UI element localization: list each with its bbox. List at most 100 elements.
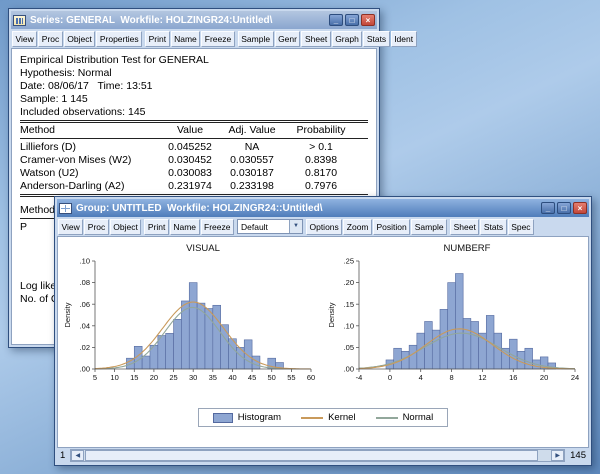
svg-text:16: 16 [509,373,517,382]
toolbar-button-view[interactable]: View [58,218,84,235]
toolbar-button-stats[interactable]: Stats [363,30,390,47]
output-observations: Included observations: 145 [20,106,146,118]
svg-text:.10: .10 [80,257,90,266]
group-window-title: Group: UNTITLED Workfile: HOLZINGR24::Un… [76,202,323,214]
dist-table-body: Lilliefors (D) 0.045252 NA > 0.1 Cramer-von … [20,141,368,193]
column-header: Value [176,124,204,136]
output-hypothesis: Hypothesis: Normal [20,67,112,79]
svg-text:5: 5 [93,373,97,382]
legend-label-histogram: Histogram [237,412,282,423]
observation-scroll-row: 1 ◀ ▶ 145 [57,448,589,463]
legend-label-kernel: Kernel [328,412,356,423]
column-header: Probability [296,124,346,136]
table-cell: 0.030187 [230,167,274,179]
toolbar-button-properties[interactable]: Properties [96,30,143,47]
toolbar-button-freeze[interactable]: Freeze [200,218,234,235]
svg-text:.10: .10 [344,321,354,330]
table-cell: 0.030083 [168,167,212,179]
toolbar-button-options[interactable]: Options [305,218,343,235]
scrollbar-thumb[interactable] [85,450,539,461]
column-header: Adj. Value [228,124,276,136]
svg-text:8: 8 [450,373,454,382]
scroll-left-icon[interactable]: ◀ [71,450,85,461]
svg-text:.15: .15 [344,300,354,309]
svg-text:20: 20 [540,373,548,382]
svg-text:4: 4 [419,373,423,382]
toolbar-button-stats[interactable]: Stats [480,218,507,235]
toolbar-button-freeze[interactable]: Freeze [201,30,235,47]
minimize-icon[interactable]: _ [329,14,343,26]
graph-type-dropdown[interactable]: Default ▼ [236,219,303,234]
scroll-end-label: 145 [570,450,586,461]
svg-text:-4: -4 [356,373,363,382]
dist-table-header: Method Value Adj. Value Probability [20,124,368,137]
legend-label-normal: Normal [402,412,434,423]
minimize-icon[interactable]: _ [541,202,555,214]
table-cell: Cramer-von Mises (W2) [20,154,132,166]
svg-text:20: 20 [150,373,158,382]
toolbar-button-ident[interactable]: Ident [390,30,417,47]
table-cell: 0.030557 [230,154,274,166]
column-header: Method [20,124,56,136]
toolbar-button-name[interactable]: Name [170,30,201,47]
output-sample: Sample: 1 145 [20,93,88,105]
toolbar-button-genr[interactable]: Genr [274,30,301,47]
scrollbar-track[interactable] [84,450,552,461]
toolbar-button-print[interactable]: Print [144,218,169,235]
group-titlebar[interactable]: Group: UNTITLED Workfile: HOLZINGR24::Un… [57,199,589,217]
group-icon [59,202,72,214]
toolbar-button-spec[interactable]: Spec [507,218,535,235]
group-window-controls: _ □ × [541,202,587,214]
toolbar-button-proc[interactable]: Proc [38,30,63,47]
svg-text:40: 40 [228,373,236,382]
toolbar-button-zoom[interactable]: Zoom [343,218,373,235]
svg-text:30: 30 [189,373,197,382]
toolbar-button-object[interactable]: Object [63,30,96,47]
toolbar-button-name[interactable]: Name [169,218,200,235]
table-cell: 0.233198 [230,180,274,192]
visual-histogram-chart: .00 .02 .04 .06 .08 .10 5 10 15 20 25 30 35 40 45 50 55 6… [63,243,315,382]
table-cell: 0.045252 [168,141,212,153]
series-window-controls: _ □ × [329,14,375,26]
svg-text:.04: .04 [80,321,90,330]
toolbar-button-view[interactable]: View [12,30,38,47]
svg-text:0: 0 [388,373,392,382]
legend-item-normal: Normal [375,412,434,423]
toolbar-button-sample[interactable]: Sample [237,30,274,47]
histogram-bars [126,282,284,370]
toolbar-button-graph[interactable]: Graph [331,30,363,47]
legend-item-histogram: Histogram [212,412,282,423]
toolbar-button-proc[interactable]: Proc [84,218,109,235]
svg-text:24: 24 [571,373,579,382]
svg-text:.05: .05 [344,343,354,352]
restore-icon[interactable]: □ [557,202,571,214]
table-cell: 0.231974 [168,180,212,192]
maximize-icon[interactable]: □ [345,14,359,26]
toolbar-button-print[interactable]: Print [145,30,170,47]
toolbar-button-sheet[interactable]: Sheet [301,30,331,47]
numberf-histogram-chart: .00 .05 .10 .15 .20 .25 -4 0 4 8 12 16 20 24 NUMBERF De… [327,243,579,382]
series-icon [13,14,26,26]
svg-text:10: 10 [110,373,118,382]
series-toolbar: View Proc Object Properties Print Name Freeze S… [11,29,417,48]
series-titlebar[interactable]: Series: GENERAL Workfile: HOLZINGR24:Unt… [11,11,377,29]
svg-text:35: 35 [209,373,217,382]
svg-text:.08: .08 [80,278,90,287]
chart-legend: Histogram Kernel Normal [197,408,449,427]
y-axis-label: Density [63,302,72,327]
scroll-right-icon[interactable]: ▶ [551,450,565,461]
graph-view: .00.02.04.06.08.10 5 10 15 20 25 30 35 40 45 50 55 6… [57,236,589,448]
dropdown-value: Default [240,221,268,232]
group-window: Group: UNTITLED Workfile: HOLZINGR24::Un… [54,196,592,466]
close-icon[interactable]: × [361,14,375,26]
close-icon[interactable]: × [573,202,587,214]
toolbar-button-position[interactable]: Position [373,218,411,235]
desktop: Series: GENERAL Workfile: HOLZINGR24:Unt… [0,0,600,474]
charts-row: .00.02.04.06.08.10 5 10 15 20 25 30 35 40 45 50 55 6… [60,239,586,405]
svg-text:.02: .02 [80,343,90,352]
toolbar-button-sheet[interactable]: Sheet [450,218,480,235]
horizontal-scrollbar[interactable]: ◀ ▶ [70,449,566,462]
svg-text:12: 12 [478,373,486,382]
toolbar-button-object[interactable]: Object [109,218,142,235]
toolbar-button-sample[interactable]: Sample [411,218,448,235]
